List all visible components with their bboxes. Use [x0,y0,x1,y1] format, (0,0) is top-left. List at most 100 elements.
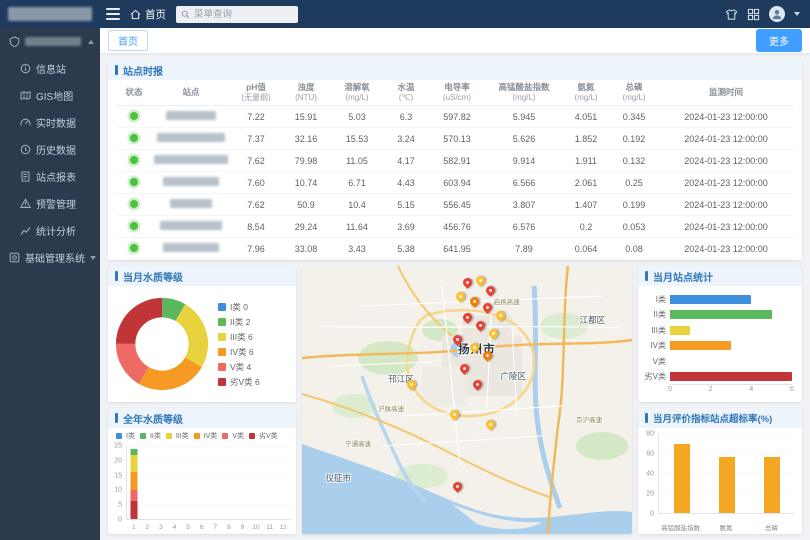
more-button[interactable]: 更多 [756,29,802,52]
cell-time: 2024-01-23 12:00:00 [658,112,794,122]
legend-label: IV类 [204,431,218,441]
sidebar-item-stat-analysis[interactable]: 统计分析 [0,217,100,244]
axis-tick-label: 25 [114,443,122,450]
axis-tick-label: 8 [227,524,231,531]
legend-item[interactable]: III类 6 [218,331,260,343]
cell-value: 1.852 [562,134,610,144]
axis-tick-label: 0 [118,517,122,524]
axis-tick-label: 0 [668,386,672,393]
axis-tick-label: 1 [132,524,136,531]
legend-item[interactable]: V类 [222,431,244,441]
legend-label: III类 [176,431,189,441]
legend-item[interactable]: I类 [116,431,135,441]
tab-home[interactable]: 首页 [108,30,148,51]
cell-value: 4.051 [562,112,610,122]
hbar [670,372,792,381]
axis-tick-label: 4 [749,386,753,393]
report-doc-icon [20,171,31,182]
sidebar-group-monitor-system[interactable] [0,28,100,55]
hamburger-menu-icon[interactable] [100,0,126,28]
axis-tick-label: 60 [646,451,654,458]
legend-item[interactable]: 劣V类 6 [218,376,260,388]
sidebar-item-info-station[interactable]: 信息站 [0,55,100,82]
sidebar-item-label: 预警管理 [36,196,76,211]
cell-value: 570.13 [428,134,486,144]
trend-chart-icon [20,225,31,236]
stack-segment [130,455,137,473]
legend-item[interactable]: I类 0 [218,301,260,313]
legend-chip [218,348,226,356]
theme-skin-icon[interactable] [725,8,738,21]
info-icon [20,63,31,74]
breadcrumb-home[interactable]: 首页 [126,7,176,22]
sidebar-item-history-data[interactable]: 历史数据 [0,136,100,163]
menu-search-input[interactable] [194,9,293,20]
month-quality-panel: 当月水质等级 I类 0II类 2III类 6IV类 6V类 4劣V类 6 [108,266,296,402]
cell-value: 0.053 [610,222,658,232]
user-menu-chevron-down-icon[interactable] [794,12,800,16]
legend-chip [194,433,200,439]
topbar: 首页 [0,0,810,28]
user-avatar[interactable] [769,6,785,22]
legend-item[interactable]: II类 2 [218,316,260,328]
sidebar-group-base-system[interactable]: 基础管理系统 [0,244,100,271]
panel-title: 当月站点统计 [638,266,802,286]
hbar [670,295,751,304]
legend-item[interactable]: IV类 [194,431,218,441]
layout-grid-icon[interactable] [747,8,760,21]
legend-item[interactable]: 劣V类 [249,431,278,441]
table-row: 7.6250.910.45.15556.453.8071.4070.199202… [116,194,794,216]
column-header: 溶解氧(mg/L) [330,83,384,102]
sidebar-item-warning-manage[interactable]: 预警管理 [0,190,100,217]
bar-slot [706,434,747,513]
cell-value: 5.945 [486,112,562,122]
axis-tick-label: 0 [650,511,654,518]
sidebar-item-label: 统计分析 [36,223,76,238]
axis-tick-label: 劣V类 [642,371,670,382]
axis-tick-label: 15 [114,472,122,479]
axis-tick-label: 6 [200,524,204,531]
sidebar-item-station-report[interactable]: 站点报表 [0,163,100,190]
stats-x-axis: 0246 [670,384,792,396]
hbar-row: IV类 [642,339,792,353]
axis-tick-label: 9 [241,524,245,531]
hbar-row: III类 [642,323,792,337]
annual-legend: I类 II类 III类 IV类 V类 劣V类 [116,431,294,441]
stack-segment [130,501,137,519]
gis-map[interactable]: 扬州市邗江区广陵区江都区仪征市启扬高速沪陕高速京沪高速宁通高速 [302,266,632,534]
cell-value: 6.566 [486,178,562,188]
legend-item[interactable]: II类 [140,431,161,441]
user-icon [771,8,783,20]
station-report-panel: 站点时报 状态站点pH值(无量纲)浊度(NTU)溶解氧(mg/L)水温(℃)电导… [108,60,802,260]
bar-slot: 2 [141,446,155,519]
cell-value: 6.3 [384,112,428,122]
stats-rows: I类II类III类IV类V类劣V类 [642,292,792,384]
legend-label: 劣V类 6 [230,376,260,388]
exceed-x-axis: 高锰酸盐指数氨氮总磷 [658,522,794,532]
cell-value: 3.43 [330,244,384,254]
sidebar-item-realtime-data[interactable]: 实时数据 [0,109,100,136]
legend-chip [166,433,172,439]
menu-search [176,6,298,23]
legend-chip [222,433,228,439]
legend-chip [218,318,226,326]
axis-tick-label: III类 [642,325,670,336]
legend-item[interactable]: IV类 6 [218,346,260,358]
column-header: 浊度(NTU) [282,83,330,102]
sidebar-item-gis-map[interactable]: GIS地图 [0,82,100,109]
legend-label: IV类 6 [230,346,254,358]
legend-label: 劣V类 [259,431,278,441]
legend-label: III类 6 [230,331,253,343]
bar [764,457,780,513]
cell-value: 0.192 [610,134,658,144]
cell-value: 6.576 [486,222,562,232]
legend-chip [218,378,226,386]
status-dot [130,112,138,120]
cell-value: 79.98 [282,156,330,166]
status-dot [130,222,138,230]
status-dot [130,178,138,186]
legend-item[interactable]: V类 4 [218,361,260,373]
legend-item[interactable]: III类 [166,431,189,441]
cell-value: 3.69 [384,222,428,232]
axis-tick-label: IV类 [642,340,670,351]
